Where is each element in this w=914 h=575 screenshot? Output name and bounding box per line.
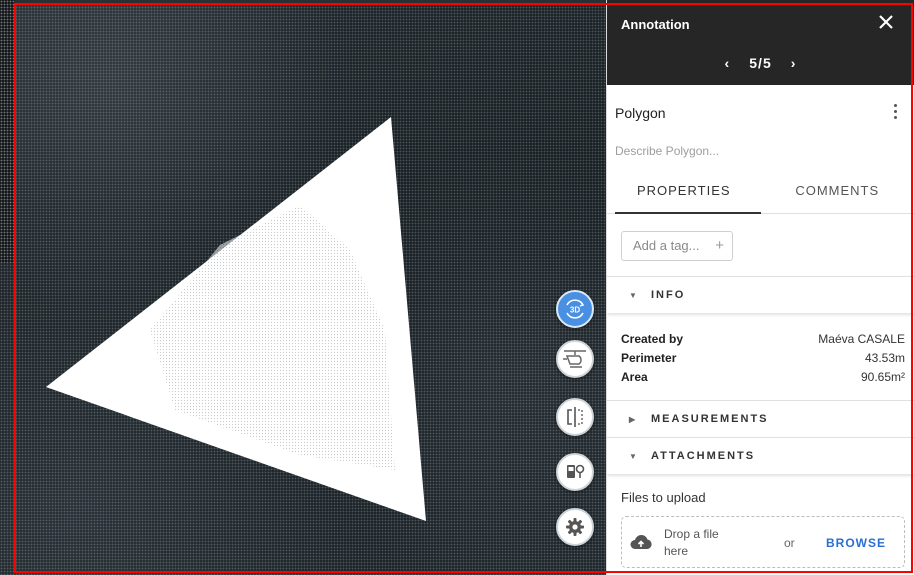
previous-view-strip — [15, 0, 605, 5]
file-dropzone[interactable]: Drop a file here or BROWSE — [621, 516, 905, 568]
map-viewport[interactable] — [0, 0, 606, 575]
prev-annotation-button[interactable]: ‹ — [716, 55, 738, 71]
info-row: Area 90.65m² — [621, 368, 905, 387]
description-input[interactable]: Describe Polygon... — [615, 144, 719, 158]
info-row: Perimeter 43.53m — [621, 349, 905, 368]
3d-rotate-icon: 3D — [566, 299, 585, 319]
split-view-button[interactable] — [556, 398, 594, 436]
section-attachments[interactable]: ▼ ATTACHMENTS — [607, 437, 914, 474]
gear-icon — [566, 518, 584, 536]
annotation-title[interactable]: Polygon — [615, 105, 666, 121]
tab-comments[interactable]: COMMENTS — [761, 168, 914, 213]
street-view-icon — [567, 464, 585, 478]
helicopter-view-button[interactable] — [556, 340, 594, 378]
dropzone-text: Drop a file here — [664, 527, 719, 558]
close-icon[interactable] — [877, 13, 895, 31]
section-info-label: INFO — [651, 289, 686, 301]
annotation-pager: ‹ 5/5 › — [607, 55, 914, 71]
add-tag-placeholder: Add a tag... — [633, 238, 700, 253]
split-screen-icon — [567, 407, 583, 427]
section-info[interactable]: ▼ INFO — [607, 276, 914, 313]
dropzone-or: or — [784, 536, 795, 550]
browse-button[interactable]: BROWSE — [826, 536, 886, 550]
tab-properties[interactable]: PROPERTIES — [607, 168, 761, 214]
annotation-counter: 5/5 — [749, 55, 772, 71]
panel-title: Annotation — [621, 17, 690, 32]
section-attachments-label: ATTACHMENTS — [651, 450, 756, 462]
info-value: 43.53m — [864, 351, 905, 365]
panel-header: Annotation ‹ 5/5 › — [607, 0, 914, 85]
section-measurements[interactable]: ▶ MEASUREMENTS — [607, 400, 914, 437]
panel-tabs: PROPERTIES COMMENTS — [607, 168, 914, 214]
info-row: Created by Maéva CASALE — [621, 330, 905, 349]
settings-button[interactable] — [556, 508, 594, 546]
info-table: Created by Maéva CASALE Perimeter 43.53m… — [621, 330, 905, 387]
previous-view-overlay — [0, 0, 15, 263]
section-measurements-label: MEASUREMENTS — [651, 413, 769, 425]
caret-down-icon: ▼ — [629, 452, 637, 461]
svg-text:3D: 3D — [570, 306, 580, 315]
cloud-upload-icon — [630, 535, 652, 549]
info-key: Area — [621, 370, 648, 384]
street-view-button[interactable] — [556, 453, 594, 491]
plus-icon[interactable]: + — [715, 232, 724, 260]
more-options-icon[interactable] — [892, 104, 898, 122]
info-key: Created by — [621, 332, 684, 346]
next-annotation-button[interactable]: › — [783, 55, 805, 71]
info-value: 90.65m² — [860, 370, 905, 384]
3d-view-button[interactable]: 3D — [556, 290, 594, 328]
info-value: Maéva CASALE — [818, 332, 905, 346]
helicopter-icon — [563, 350, 586, 368]
caret-down-icon: ▼ — [629, 291, 637, 300]
caret-right-icon: ▶ — [629, 415, 636, 424]
info-key: Perimeter — [621, 351, 677, 365]
files-to-upload-label: Files to upload — [621, 490, 706, 505]
annotation-panel: Annotation ‹ 5/5 › Polygon Describe Poly… — [606, 0, 914, 575]
annotation-title-row: Polygon — [607, 85, 914, 137]
polygon-annotation[interactable] — [0, 0, 606, 575]
add-tag-input[interactable]: Add a tag... + — [621, 231, 733, 261]
